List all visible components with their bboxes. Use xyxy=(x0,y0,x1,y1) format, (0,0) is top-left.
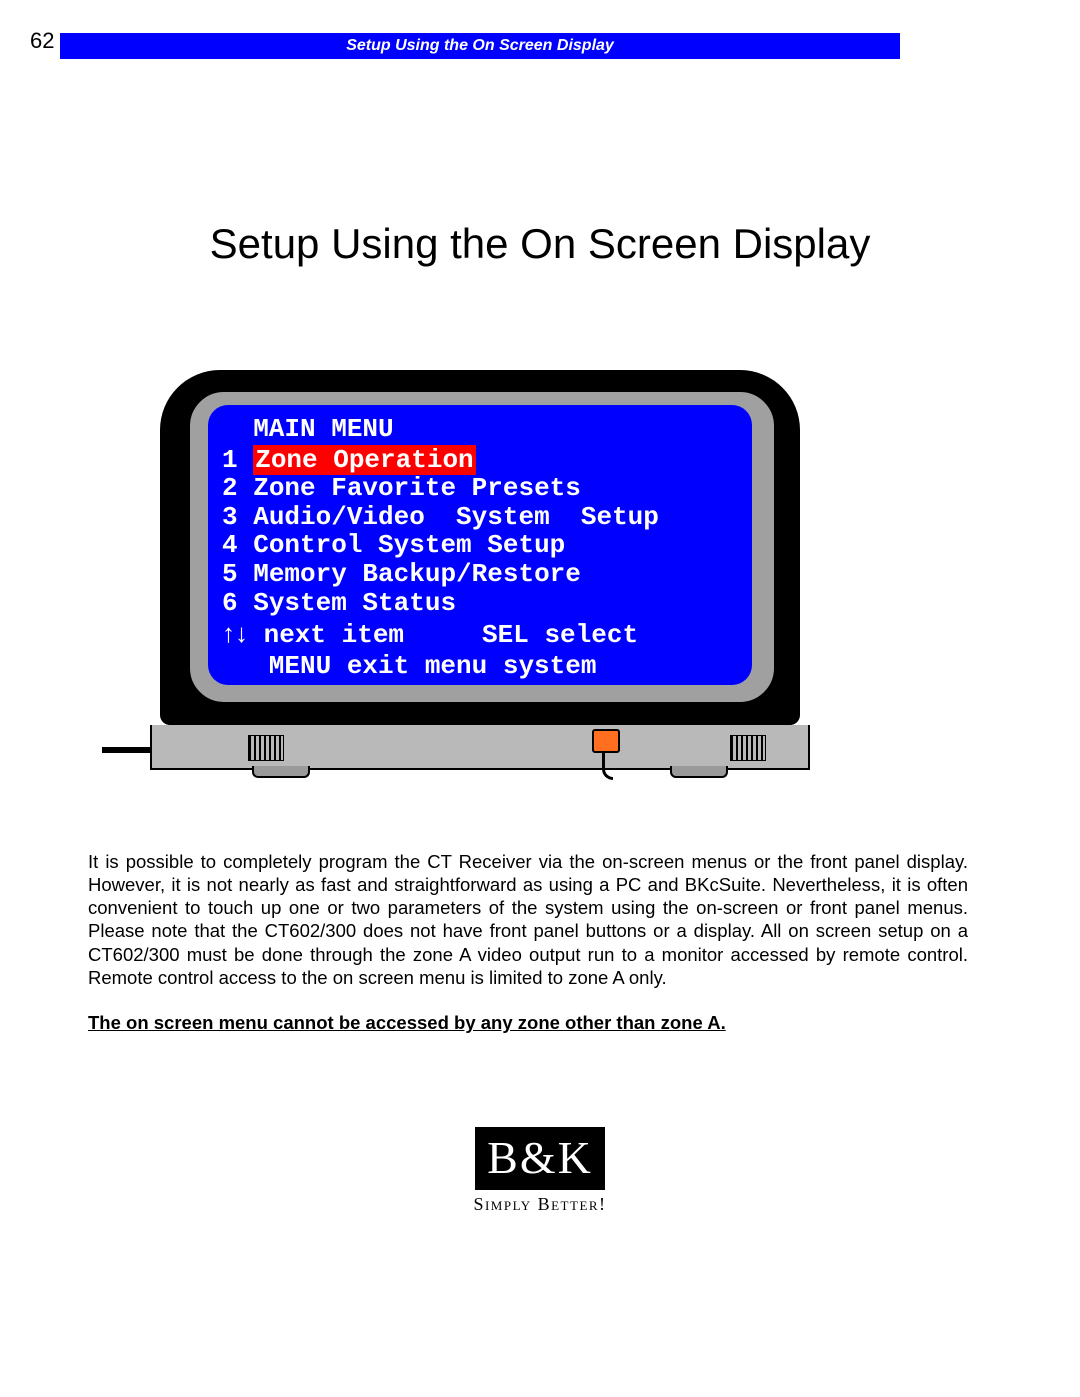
device-base xyxy=(150,725,810,770)
page-title: Setup Using the On Screen Display xyxy=(0,220,1080,268)
logo-tagline: Simply Better! xyxy=(0,1194,1080,1215)
connector-icon xyxy=(592,729,620,753)
menu-item-label: Memory Backup/Restore xyxy=(253,559,581,589)
body-paragraph: It is possible to completely program the… xyxy=(88,850,968,989)
osd-menu-item[interactable]: 5 Memory Backup/Restore xyxy=(208,560,752,589)
crt-bezel: MAIN MENU 1 Zone Operation2 Zone Favorit… xyxy=(160,370,800,725)
osd-menu-item[interactable]: 4 Control System Setup xyxy=(208,531,752,560)
header-text: Setup Using the On Screen Display xyxy=(346,37,614,55)
up-down-arrows-icon: ↑↓ xyxy=(222,618,248,648)
osd-nav-line-2: MENU exit menu system xyxy=(208,652,752,681)
page-number: 62 xyxy=(30,28,54,54)
logo-mark: B&K xyxy=(475,1127,605,1190)
foot-icon xyxy=(670,766,728,778)
menu-item-number: 2 xyxy=(222,473,253,503)
osd-nav-line-1: ↑↓ next item SEL select xyxy=(208,619,752,650)
body-copy: It is possible to completely program the… xyxy=(88,850,968,1034)
osd-title: MAIN MENU xyxy=(208,415,752,444)
menu-item-number: 6 xyxy=(222,588,253,618)
menu-item-label: Control System Setup xyxy=(253,530,565,560)
menu-item-label: Audio/Video System Setup xyxy=(253,502,659,532)
osd-nav-line-1-text: next item SEL select xyxy=(248,620,638,650)
osd-menu-item[interactable]: 1 Zone Operation xyxy=(208,446,752,475)
osd-menu-item[interactable]: 6 System Status xyxy=(208,589,752,618)
osd-menu-list: 1 Zone Operation2 Zone Favorite Presets3… xyxy=(208,446,752,618)
menu-item-number: 4 xyxy=(222,530,253,560)
power-cord-icon xyxy=(102,747,152,753)
tv-illustration: MAIN MENU 1 Zone Operation2 Zone Favorit… xyxy=(160,370,810,770)
osd-menu-item[interactable]: 2 Zone Favorite Presets xyxy=(208,474,752,503)
menu-item-label: Zone Favorite Presets xyxy=(253,473,581,503)
menu-item-number: 5 xyxy=(222,559,253,589)
header-bar: Setup Using the On Screen Display xyxy=(60,33,900,59)
body-note: The on screen menu cannot be accessed by… xyxy=(88,1011,968,1034)
osd-menu-item[interactable]: 3 Audio/Video System Setup xyxy=(208,503,752,532)
foot-icon xyxy=(252,766,310,778)
menu-item-label: System Status xyxy=(253,588,456,618)
menu-item-number: 1 xyxy=(222,445,253,475)
brand-logo: B&K Simply Better! xyxy=(0,1127,1080,1215)
menu-item-label: Zone Operation xyxy=(253,445,475,475)
osd-screen: MAIN MENU 1 Zone Operation2 Zone Favorit… xyxy=(208,405,752,685)
vent-icon xyxy=(730,735,766,761)
vent-icon xyxy=(248,735,284,761)
menu-item-number: 3 xyxy=(222,502,253,532)
